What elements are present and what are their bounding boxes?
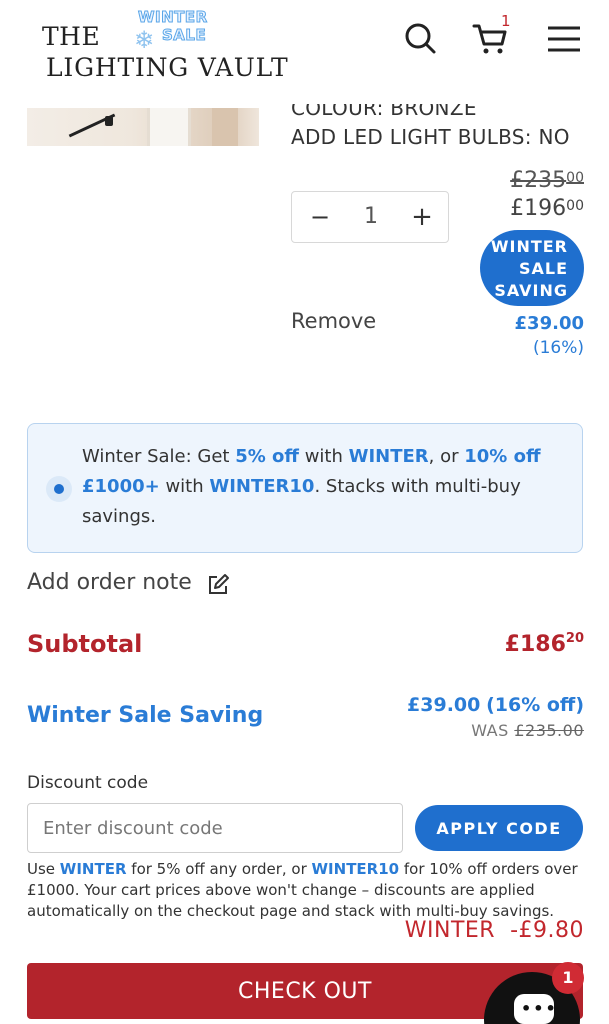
quantity-value[interactable]: 1 bbox=[352, 204, 390, 229]
sale-badge-line-2: SALE bbox=[518, 259, 568, 278]
promo-text-2: with bbox=[298, 446, 349, 467]
was-label: WAS bbox=[471, 721, 509, 740]
chat-dots-icon: ••• bbox=[521, 999, 558, 1018]
quantity-decrease-button[interactable]: − bbox=[308, 204, 332, 230]
apply-code-button[interactable]: APPLY CODE bbox=[415, 805, 583, 851]
snowflake-icon: ❄ bbox=[134, 26, 155, 54]
note-code-2: WINTER10 bbox=[311, 860, 400, 878]
site-header: THE LIGHTING VAULT ❄ WINTER SALE 1 bbox=[0, 0, 609, 100]
add-order-note-link[interactable]: Add order note bbox=[27, 570, 192, 595]
applied-discount: WINTER -£9.80 bbox=[404, 918, 584, 943]
remove-item-link[interactable]: Remove bbox=[291, 309, 376, 333]
current-price-main: £196 bbox=[510, 196, 567, 221]
note-code-1: WINTER bbox=[59, 860, 127, 878]
sale-badge-line-3: SAVING bbox=[494, 281, 568, 300]
original-price-pence: 00 bbox=[566, 170, 584, 186]
winter-saving-value: £39.00 bbox=[407, 694, 481, 716]
promo-radio-icon[interactable] bbox=[46, 476, 72, 502]
subtotal-label: Subtotal bbox=[27, 630, 143, 658]
original-price-main: £235 bbox=[510, 168, 567, 193]
winter-sale-promo-box: Winter Sale: Get 5% off with WINTER, or … bbox=[27, 423, 583, 553]
promo-pct-1: 5% off bbox=[235, 446, 299, 467]
winter-sale-saving-label: Winter Sale Saving bbox=[27, 703, 264, 728]
winter-sale-saving-badge: WINTER SALE SAVING bbox=[480, 230, 584, 306]
subtotal-main: £186 bbox=[504, 632, 566, 657]
promo-text-3: , or bbox=[428, 446, 465, 467]
discount-code-input[interactable] bbox=[27, 803, 403, 853]
discount-note: Use WINTER for 5% off any order, or WINT… bbox=[27, 859, 587, 922]
item-saving-amount: £39.00 bbox=[514, 313, 584, 334]
discount-code-label: Discount code bbox=[27, 773, 149, 793]
promo-text-5: with bbox=[159, 476, 210, 497]
promo-code-1: WINTER bbox=[348, 446, 429, 467]
subtotal-pence: 20 bbox=[565, 631, 584, 646]
promo-code-2: WINTER10 bbox=[209, 476, 315, 497]
promo-threshold: £1000+ bbox=[82, 476, 160, 497]
winter-sale-logo-badge: ❄ WINTER SALE bbox=[132, 6, 232, 58]
note-text-2: for 5% off any order, or bbox=[126, 860, 312, 878]
search-icon[interactable] bbox=[400, 18, 440, 58]
quantity-stepper: − 1 + bbox=[291, 191, 449, 243]
edit-icon[interactable] bbox=[206, 573, 230, 597]
curtain-shape bbox=[212, 108, 238, 146]
note-text-1: Use bbox=[27, 860, 60, 878]
menu-icon[interactable] bbox=[544, 18, 584, 58]
winter-saving-pct: (16% off) bbox=[486, 694, 584, 716]
promo-text: Winter Sale: Get 5% off with WINTER, or … bbox=[82, 442, 552, 532]
item-saving-percent: (16%) bbox=[532, 338, 584, 358]
promo-pct-2: 10% off bbox=[464, 446, 541, 467]
sale-badge-line-1: WINTER bbox=[490, 237, 568, 256]
winter-sale-saving-amount: £39.00 (16% off) bbox=[407, 694, 584, 716]
original-price: £23500 bbox=[510, 168, 584, 193]
product-image[interactable] bbox=[27, 108, 259, 146]
was-price: WAS £235.00 bbox=[471, 721, 584, 740]
chat-notification-badge: 1 bbox=[552, 962, 584, 994]
current-price-pence: 00 bbox=[566, 198, 584, 214]
product-option-bulbs: ADD LED LIGHT BULBS: NO bbox=[291, 125, 570, 149]
promo-text-1: Winter Sale: Get bbox=[82, 446, 236, 467]
lamp-head bbox=[105, 116, 113, 126]
quantity-increase-button[interactable]: + bbox=[410, 204, 434, 230]
current-price: £19600 bbox=[510, 196, 584, 221]
window-shape bbox=[147, 108, 191, 146]
cart-count-badge: 1 bbox=[501, 12, 511, 30]
badge-sale-text: SALE bbox=[161, 26, 207, 45]
subtotal-value: £18620 bbox=[504, 631, 584, 657]
was-value: £235.00 bbox=[514, 721, 584, 740]
badge-winter-text: WINTER bbox=[138, 8, 208, 27]
